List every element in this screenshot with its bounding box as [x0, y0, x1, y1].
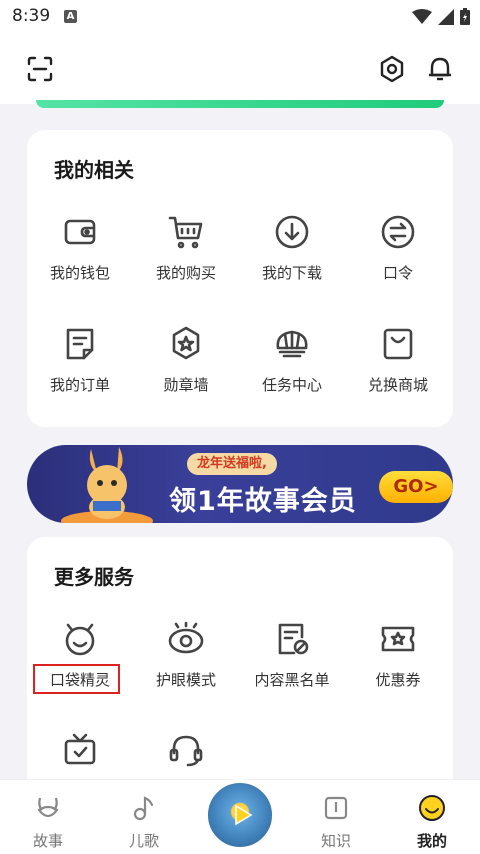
shell-icon	[276, 330, 308, 358]
cart-icon	[168, 216, 203, 249]
coupon-item[interactable]: 优惠券	[345, 619, 451, 690]
customer-service-item[interactable]	[133, 731, 239, 781]
tv-icon	[64, 733, 96, 765]
shopping-bag-icon	[383, 328, 413, 360]
mascot-rabbit-icon	[61, 447, 153, 523]
system-icons	[412, 8, 470, 25]
smiley-robot-icon	[65, 623, 95, 656]
tab-mine[interactable]: 我的	[402, 794, 462, 851]
battery-icon	[460, 8, 470, 25]
rabbit-icon	[37, 797, 59, 818]
passcode-item[interactable]: 口令	[345, 212, 451, 283]
downloads-item[interactable]: 我的下载	[239, 212, 345, 283]
more-services-title: 更多服务	[54, 565, 134, 589]
task-center-item[interactable]: 任务中心	[239, 324, 345, 395]
my-section-title: 我的相关	[54, 158, 134, 182]
wifi-icon	[412, 8, 432, 24]
banner-tag: 龙年送福啦,	[187, 453, 277, 475]
highlight-box	[33, 664, 120, 694]
headset-icon	[169, 735, 203, 767]
now-playing-disc[interactable]	[204, 779, 276, 851]
coupon-icon	[381, 626, 415, 652]
scan-icon	[27, 56, 53, 82]
download-icon	[275, 215, 309, 249]
block-list-icon	[278, 623, 309, 655]
gear-icon	[380, 55, 404, 83]
medal-icon	[172, 326, 200, 360]
medal-wall-item[interactable]: 勋章墙	[133, 324, 239, 395]
purchases-item[interactable]: 我的购买	[133, 212, 239, 283]
top-bar	[0, 34, 480, 104]
vip-card-edge[interactable]	[36, 100, 444, 108]
scan-button[interactable]	[20, 49, 60, 89]
notification-icon: A	[64, 10, 77, 23]
orders-item[interactable]: 我的订单	[27, 324, 133, 395]
content-blacklist-item[interactable]: 内容黑名单	[239, 619, 345, 690]
banner-go-button[interactable]: GO>	[379, 471, 453, 503]
wallet-item[interactable]: 我的钱包	[27, 212, 133, 283]
redeem-mall-item[interactable]: 兑换商城	[345, 324, 451, 395]
status-bar: 8:39 A	[0, 0, 480, 34]
tab-songs[interactable]: 儿歌	[114, 794, 174, 851]
play-icon	[235, 804, 253, 826]
tv-item[interactable]	[27, 731, 133, 781]
smiley-icon	[419, 795, 445, 821]
promo-banner[interactable]: 龙年送福啦, 领1年故事会员 GO>	[27, 445, 453, 523]
status-time: 8:39	[12, 6, 51, 26]
book-icon	[324, 796, 348, 820]
notifications-button[interactable]	[420, 49, 460, 89]
my-section-card: 我的相关 我的钱包 我的购买 我的下载 口令 我的订单 勋章墙 任务中心 兑换商…	[27, 130, 453, 427]
music-note-icon	[133, 796, 154, 821]
exchange-icon	[381, 215, 415, 249]
tab-knowledge[interactable]: 知识	[306, 794, 366, 851]
settings-button[interactable]	[372, 49, 412, 89]
banner-headline: 领1年故事会员	[169, 486, 357, 517]
order-icon	[66, 328, 94, 360]
signal-icon	[438, 8, 454, 25]
eye-icon	[168, 621, 204, 654]
bell-icon	[429, 57, 451, 81]
eye-care-item[interactable]: 护眼模式	[133, 619, 239, 690]
wallet-icon	[64, 219, 96, 245]
tab-stories[interactable]: 故事	[18, 794, 78, 851]
